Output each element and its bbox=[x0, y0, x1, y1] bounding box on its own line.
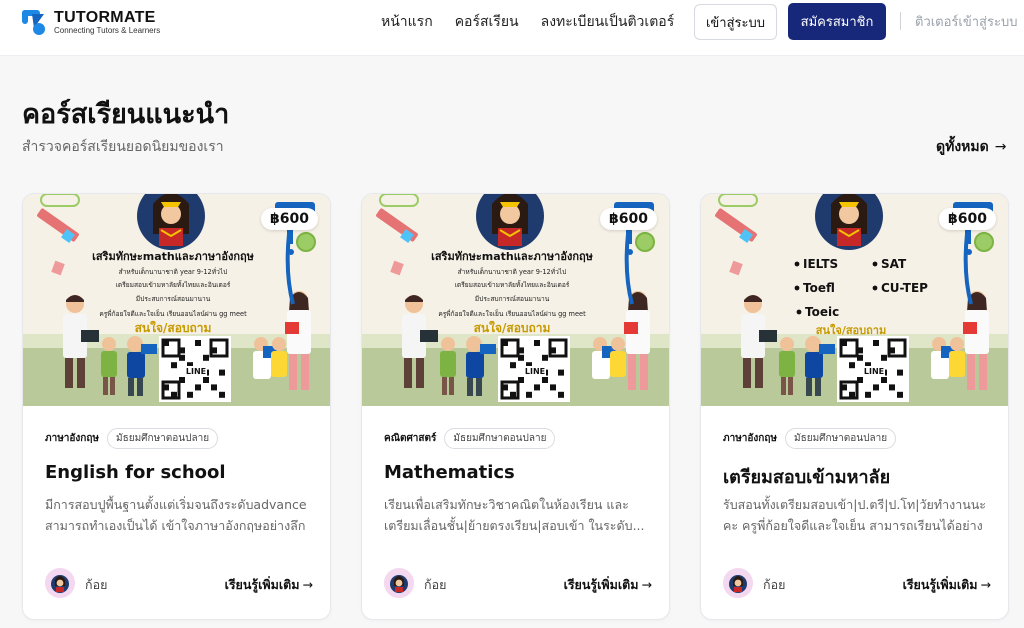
level-tag: มัธยมศึกษาตอนปลาย bbox=[444, 428, 556, 449]
section-title: คอร์สเรียนแนะนำ bbox=[22, 99, 230, 130]
poster-headline: เสริมทักษะmathและภาษาอังกฤษ bbox=[92, 250, 255, 263]
poster-exam-2: Toefl bbox=[803, 281, 835, 295]
tutor-avatar bbox=[384, 568, 414, 598]
course-card[interactable]: LINE IELTS SAT Toefl CU-TEP Toeic สนใจ/สอบถาม ฿… bbox=[700, 193, 1009, 620]
signup-button[interactable]: สมัครสมาชิก bbox=[788, 3, 886, 40]
level-tag: มัธยมศึกษาตอนปลาย bbox=[107, 428, 219, 449]
learn-more-label: เรียนรู้เพิ่มเติม bbox=[224, 577, 300, 592]
arrow-right-icon: → bbox=[302, 577, 313, 592]
poster-line-3: ครูพี่ก้อยใจดีและใจเย็น เรียนออนไลน์ผ่าน… bbox=[99, 309, 247, 318]
course-image[interactable]: LINE IELTS SAT Toefl CU-TEP Toeic สนใจ/สอบถาม ฿… bbox=[701, 194, 1008, 406]
course-description: รับสอนทั้งเตรียมสอบเข้า|ป.ตรี|ป.โท|วัยทำ… bbox=[723, 497, 987, 533]
arrow-right-icon: → bbox=[994, 139, 1007, 155]
brand-logo[interactable]: TUTORMATE Connecting Tutors & Learners bbox=[22, 9, 160, 36]
tutor-login-link[interactable]: ติวเตอร์เข้าสู่ระบบ bbox=[915, 11, 1017, 32]
learn-more-label: เรียนรู้เพิ่มเติม bbox=[563, 577, 639, 592]
learn-more-label: เรียนรู้เพิ่มเติม bbox=[902, 577, 978, 592]
section-subtitle: สำรวจคอร์สเรียนยอดนิยมของเรา bbox=[22, 139, 224, 155]
arrow-right-icon: → bbox=[980, 577, 991, 592]
price-badge: ฿600 bbox=[939, 208, 996, 230]
nav-divider bbox=[900, 12, 901, 30]
course-card[interactable]: LINE เสริมทักษะmathและภาษาอังกฤษสำหรับเด็… bbox=[361, 193, 670, 620]
poster-line-2: มีประสบการณ์สอนมานาน bbox=[475, 295, 550, 303]
brand-name: TUTORMATE bbox=[54, 9, 156, 26]
course-description: มีการสอบปูพื้นฐานตั้งแต่เริ่มจนถึงระดับa… bbox=[45, 497, 307, 533]
poster-cta: สนใจ/สอบถาม bbox=[474, 320, 551, 335]
course-image[interactable]: LINE เสริมทักษะmathและภาษาอังกฤษสำหรับเด็… bbox=[23, 194, 330, 406]
nav-register-tutor[interactable]: ลงทะเบียนเป็นติวเตอร์ bbox=[541, 11, 675, 33]
poster-line-1: เตรียมสอบเข้ามหาลัยทั้งไทยและอินเตอร์ bbox=[455, 280, 570, 289]
course-description: เรียนเพื่อเสริมทักษะวิชาคณิตในห้องเรียน … bbox=[384, 497, 645, 533]
course-card[interactable]: LINE เสริมทักษะmathและภาษาอังกฤษสำหรับเด็… bbox=[22, 193, 331, 620]
course-image[interactable]: LINE เสริมทักษะmathและภาษาอังกฤษสำหรับเด็… bbox=[362, 194, 669, 406]
arrow-right-icon: → bbox=[641, 577, 652, 592]
card-footer: ก้อย เรียนรู้เพิ่มเติม → bbox=[723, 568, 991, 600]
navbar: TUTORMATE Connecting Tutors & Learners ห… bbox=[0, 0, 1024, 56]
main-nav: หน้าแรก คอร์สเรียน ลงทะเบียนเป็นติวเตอร์ bbox=[381, 0, 696, 50]
poster-line-0: สำหรับเด็กนานาชาติ year 9-12ทั่วไป bbox=[458, 267, 567, 276]
nav-home[interactable]: หน้าแรก bbox=[381, 11, 433, 33]
see-all-label: ดูทั้งหมด bbox=[936, 139, 989, 155]
poster-exam-3: CU-TEP bbox=[881, 281, 928, 295]
poster-line-0: สำหรับเด็กนานาชาติ year 9-12ทั่วไป bbox=[119, 267, 228, 276]
poster-exam-0: IELTS bbox=[803, 257, 838, 271]
learn-more-link[interactable]: เรียนรู้เพิ่มเติม → bbox=[903, 575, 991, 595]
level-tag: มัธยมศึกษาตอนปลาย bbox=[785, 428, 897, 449]
poster-exam-4: Toeic bbox=[805, 305, 839, 319]
poster-exam-1: SAT bbox=[881, 257, 907, 271]
course-tags: ภาษาอังกฤษ มัธยมศึกษาตอนปลาย bbox=[723, 428, 897, 449]
brand-tagline: Connecting Tutors & Learners bbox=[54, 26, 161, 35]
price-badge: ฿600 bbox=[261, 208, 318, 230]
poster-line-3: ครูพี่ก้อยใจดีและใจเย็น เรียนออนไลน์ผ่าน… bbox=[438, 309, 586, 318]
course-tags: คณิตศาสตร์ มัธยมศึกษาตอนปลาย bbox=[384, 428, 556, 449]
subject-tag: คณิตศาสตร์ bbox=[384, 433, 437, 444]
course-tags: ภาษาอังกฤษ มัธยมศึกษาตอนปลาย bbox=[45, 428, 219, 449]
poster-headline: เสริมทักษะmathและภาษาอังกฤษ bbox=[431, 250, 594, 263]
course-title[interactable]: English for school bbox=[45, 462, 226, 483]
poster-cta: สนใจ/สอบถาม bbox=[816, 323, 886, 337]
card-footer: ก้อย เรียนรู้เพิ่มเติม → bbox=[45, 568, 313, 600]
nav-courses[interactable]: คอร์สเรียน bbox=[455, 11, 519, 33]
tutor-name[interactable]: ก้อย bbox=[424, 575, 446, 595]
card-footer: ก้อย เรียนรู้เพิ่มเติม → bbox=[384, 568, 652, 600]
see-all-link[interactable]: ดูทั้งหมด → bbox=[936, 136, 1006, 158]
tutor-name[interactable]: ก้อย bbox=[85, 575, 107, 595]
tutor-name[interactable]: ก้อย bbox=[763, 575, 785, 595]
poster-line-1: เตรียมสอบเข้ามหาลัยทั้งไทยและอินเตอร์ bbox=[116, 280, 231, 289]
login-button[interactable]: เข้าสู่ระบบ bbox=[694, 4, 777, 40]
tutor-avatar bbox=[45, 568, 75, 598]
learn-more-link[interactable]: เรียนรู้เพิ่มเติม → bbox=[564, 575, 652, 595]
tutormate-logo-icon bbox=[22, 9, 48, 36]
poster-cta: สนใจ/สอบถาม bbox=[135, 320, 212, 335]
course-title[interactable]: เตรียมสอบเข้ามหาลัย bbox=[723, 462, 890, 491]
qr-line-label: LINE bbox=[525, 367, 545, 376]
course-title[interactable]: Mathematics bbox=[384, 462, 515, 483]
qr-line-label: LINE bbox=[186, 367, 206, 376]
price-badge: ฿600 bbox=[600, 208, 657, 230]
subject-tag: ภาษาอังกฤษ bbox=[723, 433, 778, 444]
tutor-avatar bbox=[723, 568, 753, 598]
learn-more-link[interactable]: เรียนรู้เพิ่มเติม → bbox=[225, 575, 313, 595]
subject-tag: ภาษาอังกฤษ bbox=[45, 433, 100, 444]
poster-line-2: มีประสบการณ์สอนมานาน bbox=[136, 295, 211, 303]
qr-line-label: LINE bbox=[864, 367, 884, 376]
